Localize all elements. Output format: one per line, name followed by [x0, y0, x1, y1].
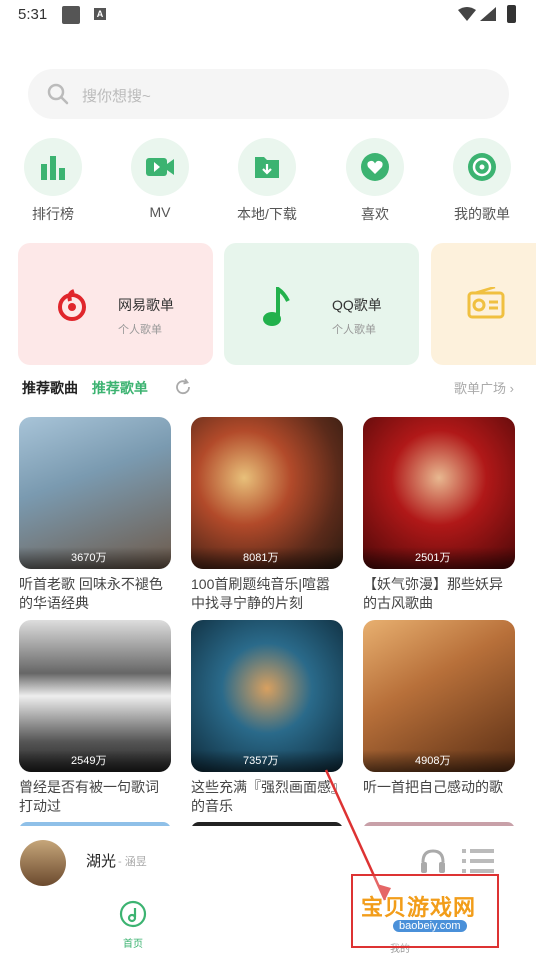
- playlist-caption: 100首刷题纯音乐|喧嚣中找寻宁静的片刻: [191, 576, 330, 611]
- play-icon[interactable]: [420, 848, 446, 876]
- search-bar[interactable]: 搜你想搜~: [28, 69, 509, 119]
- playlist-tile[interactable]: 2549万 曾经是否有被一句歌词打动过: [19, 620, 171, 816]
- watermark-logo: 宝贝游戏网 baobeiy.com: [351, 874, 499, 948]
- battery-icon: [507, 5, 516, 23]
- wifi-icon: [458, 7, 476, 21]
- category-label: 我的歌单: [454, 206, 510, 222]
- a-notification-icon: A: [94, 8, 106, 20]
- video-camera-icon: [146, 158, 174, 176]
- card-title: QQ歌单: [332, 297, 382, 313]
- now-playing-cover[interactable]: [20, 840, 66, 886]
- play-count: 8081万: [243, 552, 279, 564]
- category-local-download[interactable]: 本地/下载: [227, 138, 307, 224]
- playlist-cover: 4908万: [363, 620, 515, 772]
- playlist-tile[interactable]: 3670万 听首老歌 回味永不褪色的华语经典: [19, 417, 171, 613]
- play-count: 2549万: [71, 755, 107, 767]
- nav-home[interactable]: 首页: [108, 900, 158, 950]
- tab-recommend-songs[interactable]: 推荐歌曲: [22, 380, 78, 396]
- netease-playlist-card[interactable]: 网易歌单 个人歌单: [18, 243, 213, 365]
- playlist-cover: 8081万: [191, 417, 343, 569]
- category-rank[interactable]: 排行榜: [13, 138, 93, 224]
- qq-music-note-icon: [263, 287, 290, 326]
- playlist-cover: 7357万: [191, 620, 343, 772]
- play-count: 3670万: [71, 552, 107, 564]
- playlist-tile[interactable]: 8081万 100首刷题纯音乐|喧嚣中找寻宁静的片刻: [191, 417, 343, 613]
- now-playing-artist: - 涵昱: [118, 856, 147, 868]
- playlist-caption: 听一首把自己感动的歌: [363, 779, 503, 795]
- qq-playlist-card[interactable]: QQ歌单 个人歌单: [224, 243, 419, 365]
- tab-recommend-playlists[interactable]: 推荐歌单: [92, 380, 148, 396]
- category-label: 喜欢: [361, 206, 389, 222]
- playlist-icon[interactable]: [462, 848, 494, 874]
- play-count: 7357万: [243, 755, 279, 767]
- search-icon: [47, 83, 69, 105]
- status-time: 5:31: [18, 6, 48, 23]
- playlist-caption: 这些充满『强烈画面感』的音乐: [191, 779, 338, 814]
- card-subtitle: 个人歌单: [332, 324, 376, 336]
- category-label: 排行榜: [32, 206, 74, 222]
- playlist-caption: 曾经是否有被一句歌词打动过: [19, 779, 159, 814]
- playlist-caption: 【妖气弥漫】那些妖异的古风歌曲: [363, 576, 503, 611]
- playlist-square-link[interactable]: 歌单广场 ›: [454, 378, 514, 397]
- nav-home-label: 首页: [123, 939, 143, 950]
- playlist-caption: 听首老歌 回味永不褪色的华语经典: [19, 576, 163, 611]
- now-playing-title: 湖光: [86, 853, 117, 870]
- bar-chart-icon: [41, 156, 65, 180]
- category-label: MV: [149, 204, 171, 220]
- recommend-tabs: 推荐歌曲 推荐歌单: [22, 378, 148, 398]
- card-subtitle: 个人歌单: [118, 324, 162, 336]
- playlist-tile[interactable]: 4908万 听一首把自己感动的歌: [363, 620, 515, 797]
- watermark-url: baobeiy.com: [393, 920, 467, 932]
- category-like[interactable]: 喜欢: [335, 138, 415, 224]
- playlist-disc-icon: [468, 153, 496, 181]
- category-label: 本地/下载: [237, 206, 297, 222]
- playlist-cover: 2549万: [19, 620, 171, 772]
- search-placeholder: 搜你想搜~: [82, 88, 151, 105]
- category-mv[interactable]: MV: [120, 138, 200, 220]
- status-bar: 5:31 A: [0, 0, 536, 32]
- home-disc-icon: [119, 900, 147, 928]
- playlist-tile[interactable]: 7357万 这些充满『强烈画面感』的音乐: [191, 620, 343, 816]
- card-title: 网易歌单: [118, 297, 174, 313]
- playlist-tile[interactable]: 2501万 【妖气弥漫】那些妖异的古风歌曲: [363, 417, 515, 613]
- playlist-cover: 3670万: [19, 417, 171, 569]
- radio-card[interactable]: [431, 243, 536, 365]
- heart-icon: [361, 153, 389, 181]
- notification-icon: [62, 6, 80, 24]
- category-my-playlist[interactable]: 我的歌单: [442, 138, 522, 224]
- folder-download-icon: [255, 157, 279, 178]
- watermark-text: 宝贝游戏网: [361, 895, 477, 920]
- play-count: 4908万: [415, 755, 451, 767]
- playlist-cover: 2501万: [363, 417, 515, 569]
- radio-icon: [467, 287, 505, 319]
- signal-icon: [480, 7, 496, 21]
- refresh-icon[interactable]: [174, 378, 192, 396]
- netease-icon: [58, 289, 86, 321]
- play-count: 2501万: [415, 552, 451, 564]
